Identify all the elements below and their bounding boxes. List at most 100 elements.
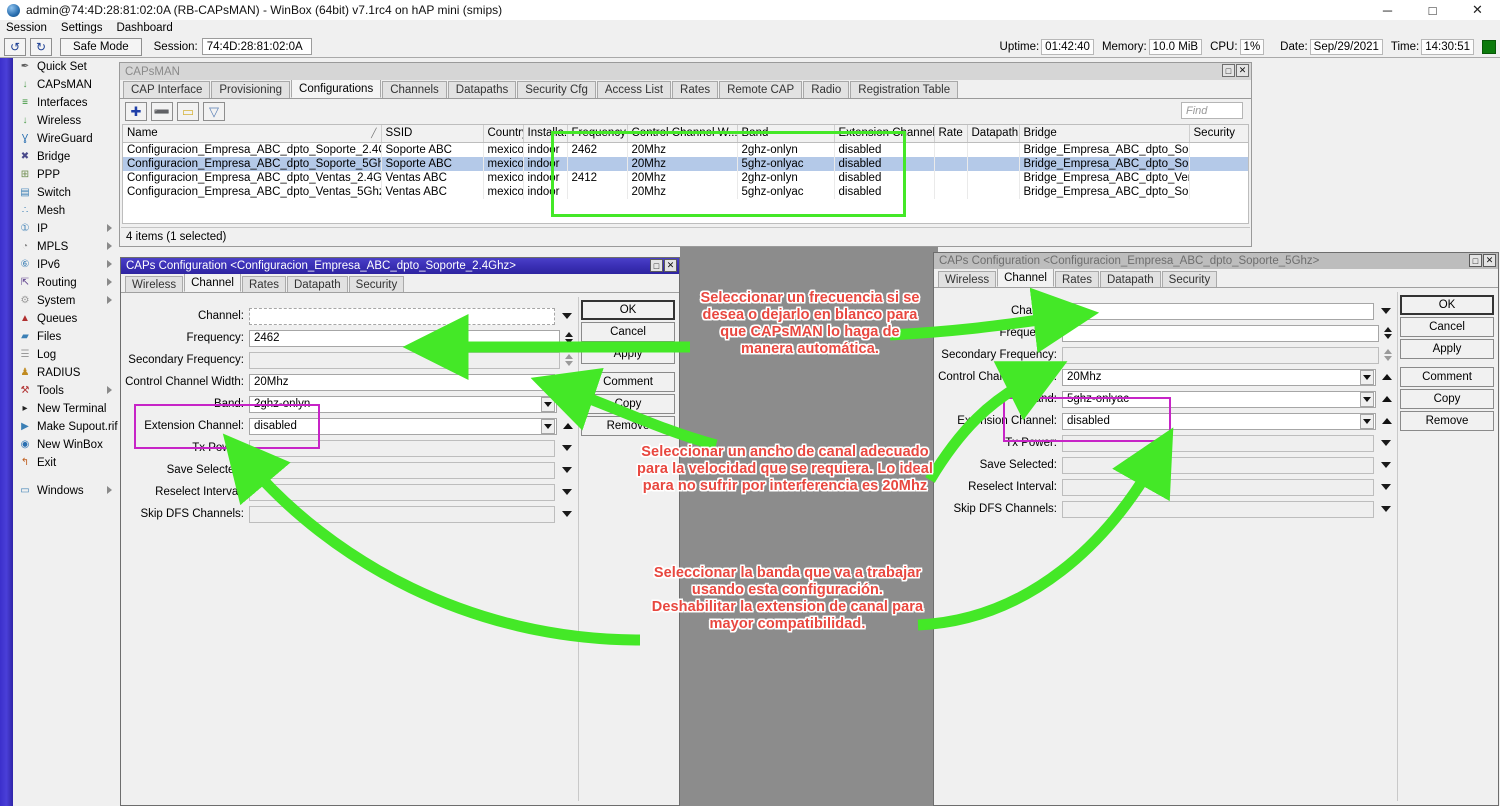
capsman-restore-icon[interactable]: □ [1222, 64, 1235, 77]
safe-mode-button[interactable]: Safe Mode [60, 38, 142, 56]
sidebar-item-interfaces[interactable]: ≡Interfaces [13, 94, 118, 112]
column-header[interactable]: Control Channel W... [627, 125, 737, 142]
tab-wireless[interactable]: Wireless [938, 271, 996, 287]
input-reselect-interval[interactable] [1062, 479, 1374, 496]
menu-settings[interactable]: Settings [61, 22, 103, 34]
menu-session[interactable]: Session [6, 22, 47, 34]
sidebar-item-make-supout-rif[interactable]: ▶Make Supout.rif [13, 418, 118, 436]
column-header[interactable]: Extension Channel [834, 125, 934, 142]
dialog-left-close-icon[interactable]: ✕ [664, 259, 677, 272]
dropdown-tx-power-icon[interactable] [1378, 435, 1394, 452]
sidebar-item-routing[interactable]: ⇱Routing [13, 274, 118, 292]
sidebar-item-quick-set[interactable]: ✒Quick Set [13, 58, 118, 76]
apply-button[interactable]: Apply [581, 344, 675, 364]
undo-icon[interactable]: ↺ [4, 38, 26, 56]
dropdown-arrow-icon[interactable] [541, 397, 555, 412]
tab-remote-cap[interactable]: Remote CAP [719, 81, 802, 98]
sidebar-item-switch[interactable]: ▤Switch [13, 184, 118, 202]
sidebar-item-new-terminal[interactable]: ▸New Terminal [13, 400, 118, 418]
dropdown-save-selected-icon[interactable] [1378, 457, 1394, 474]
cancel-button[interactable]: Cancel [1400, 317, 1494, 337]
tab-channel[interactable]: Channel [184, 273, 241, 292]
dropdown-channel-icon[interactable] [1378, 303, 1394, 320]
capsman-close-icon[interactable]: ✕ [1236, 64, 1249, 77]
sidebar-item-wireguard[interactable]: ƔWireGuard [13, 130, 118, 148]
tab-cap-interface[interactable]: CAP Interface [123, 81, 210, 98]
tab-provisioning[interactable]: Provisioning [211, 81, 290, 98]
input-extension-channel[interactable]: disabled [249, 418, 557, 435]
tab-registration-table[interactable]: Registration Table [850, 81, 958, 98]
expand-band-icon[interactable] [1380, 391, 1394, 408]
spinner-secondary-frequency[interactable] [1382, 347, 1394, 364]
add-button[interactable]: ✚ [125, 102, 147, 121]
sidebar-item-radius[interactable]: ♟RADIUS [13, 364, 118, 382]
spinner-secondary-frequency[interactable] [563, 352, 575, 369]
table-row[interactable]: Configuracion_Empresa_ABC_dpto_Ventas_5G… [123, 185, 1249, 199]
sidebar-item-files[interactable]: ▰Files [13, 328, 118, 346]
input-band[interactable]: 5ghz-onlyac [1062, 391, 1376, 408]
dropdown-reselect-interval-icon[interactable] [1378, 479, 1394, 496]
tab-configurations[interactable]: Configurations [291, 79, 381, 98]
tab-datapath[interactable]: Datapath [1100, 271, 1161, 287]
input-tx-power[interactable] [1062, 435, 1374, 452]
tab-rates[interactable]: Rates [672, 81, 718, 98]
table-row[interactable]: Configuracion_Empresa_ABC_dpto_Soporte_5… [123, 157, 1249, 171]
dropdown-tx-power-icon[interactable] [559, 440, 575, 457]
redo-icon[interactable]: ↻ [30, 38, 52, 56]
input-secondary-frequency[interactable] [249, 352, 560, 369]
sidebar-item-tools[interactable]: ⚒Tools [13, 382, 118, 400]
tab-datapaths[interactable]: Datapaths [448, 81, 516, 98]
tab-radio[interactable]: Radio [803, 81, 849, 98]
comment-button[interactable]: ▭ [177, 102, 199, 121]
tab-security-cfg[interactable]: Security Cfg [517, 81, 596, 98]
expand-control-channel-width-icon[interactable] [1380, 369, 1394, 386]
dropdown-save-selected-icon[interactable] [559, 462, 575, 479]
minimize-icon[interactable]: ─ [1365, 0, 1410, 20]
column-header[interactable]: Datapath [967, 125, 1019, 142]
expand-extension-channel-icon[interactable] [1380, 413, 1394, 430]
close-icon[interactable]: ✕ [1455, 0, 1500, 20]
tab-rates[interactable]: Rates [1055, 271, 1099, 287]
input-reselect-interval[interactable] [249, 484, 555, 501]
sidebar-item-mpls[interactable]: ◔MPLS [13, 238, 118, 256]
table-row[interactable]: Configuracion_Empresa_ABC_dpto_Ventas_2.… [123, 171, 1249, 185]
tab-datapath[interactable]: Datapath [287, 276, 348, 292]
dialog-right-close-icon[interactable]: ✕ [1483, 254, 1496, 267]
expand-band-icon[interactable] [561, 396, 575, 413]
dropdown-arrow-icon[interactable] [541, 419, 555, 434]
copy-button[interactable]: Copy [1400, 389, 1494, 409]
input-band[interactable]: 2ghz-onlyn [249, 396, 557, 413]
dialog-right-restore-icon[interactable]: □ [1469, 254, 1482, 267]
column-header[interactable]: SSID [381, 125, 483, 142]
input-tx-power[interactable] [249, 440, 555, 457]
expand-extension-channel-icon[interactable] [561, 418, 575, 435]
comment-button[interactable]: Comment [581, 372, 675, 392]
sidebar-item-capsman[interactable]: ↓CAPsMAN [13, 76, 118, 94]
input-channel[interactable] [1062, 303, 1374, 320]
dropdown-arrow-icon[interactable] [1360, 392, 1374, 407]
sidebar-item-log[interactable]: ☰Log [13, 346, 118, 364]
cancel-button[interactable]: Cancel [581, 322, 675, 342]
column-header[interactable]: Name╱ [123, 125, 381, 142]
column-header[interactable]: Rate [934, 125, 967, 142]
dropdown-reselect-interval-icon[interactable] [559, 484, 575, 501]
session-value[interactable]: 74:4D:28:81:02:0A [202, 38, 312, 55]
sidebar-item-exit[interactable]: ↰Exit [13, 454, 118, 472]
sidebar-item-system[interactable]: ⚙System [13, 292, 118, 310]
tab-channels[interactable]: Channels [382, 81, 447, 98]
input-frequency[interactable]: 2462 [249, 330, 560, 347]
tab-rates[interactable]: Rates [242, 276, 286, 292]
sidebar-item-wireless[interactable]: ↓Wireless [13, 112, 118, 130]
sidebar-item-mesh[interactable]: ∴Mesh [13, 202, 118, 220]
sidebar-item-bridge[interactable]: ✖Bridge [13, 148, 118, 166]
menu-dashboard[interactable]: Dashboard [116, 22, 172, 34]
input-skip-dfs-channels[interactable] [1062, 501, 1374, 518]
tab-channel[interactable]: Channel [997, 268, 1054, 287]
sidebar-item-ipv6[interactable]: ⑥IPv6 [13, 256, 118, 274]
tab-security[interactable]: Security [349, 276, 405, 292]
comment-button[interactable]: Comment [1400, 367, 1494, 387]
sidebar-item-ip[interactable]: ①IP [13, 220, 118, 238]
dropdown-arrow-icon[interactable] [1360, 414, 1374, 429]
tab-wireless[interactable]: Wireless [125, 276, 183, 292]
input-channel[interactable] [249, 308, 555, 325]
